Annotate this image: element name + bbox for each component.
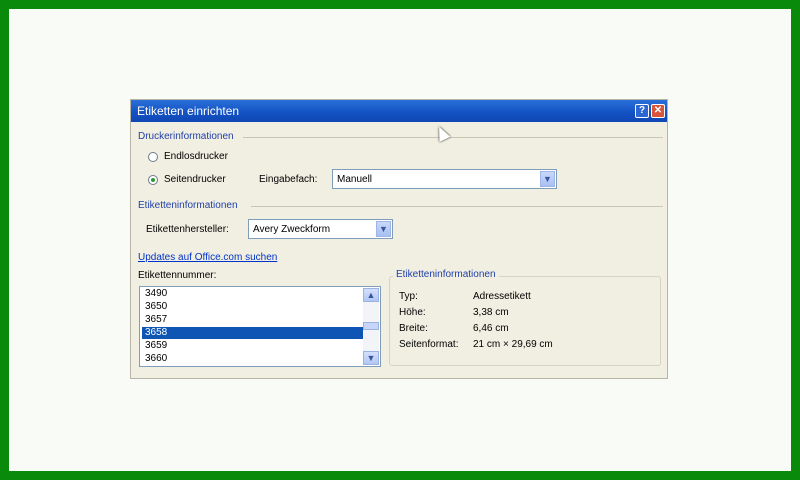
list-item[interactable]: 3659 (142, 340, 363, 352)
updates-link[interactable]: Updates auf Office.com suchen (138, 252, 277, 263)
continuous-printer-label[interactable]: Endlosdrucker (164, 151, 228, 162)
width-value: 6,46 cm (473, 323, 509, 334)
height-key: Höhe: (399, 307, 426, 318)
manufacturer-label: Etikettenhersteller: (146, 224, 229, 235)
manufacturer-select-value: Avery Zweckform (253, 224, 331, 235)
page-printer-radio[interactable] (148, 175, 158, 185)
close-button[interactable]: ✕ (651, 104, 665, 118)
list-item[interactable]: 3650 (142, 301, 363, 313)
page-printer-label[interactable]: Seitendrucker (164, 174, 226, 185)
title-bar[interactable]: Etiketten einrichten ? ✕ (131, 100, 667, 122)
section-divider (243, 137, 663, 138)
continuous-printer-radio[interactable] (148, 152, 158, 162)
type-value: Adressetikett (473, 291, 531, 302)
tray-select[interactable]: Manuell ▼ (332, 169, 557, 189)
list-item-selected[interactable]: 3658 (142, 327, 363, 339)
page-format-key: Seitenformat: (399, 339, 459, 350)
label-setup-dialog: Etiketten einrichten ? ✕ Druckerinformat… (131, 100, 667, 378)
tray-select-value: Manuell (337, 174, 373, 185)
list-item[interactable]: 3657 (142, 314, 363, 326)
details-group-title: Etiketteninformationen (393, 269, 499, 280)
section-divider (251, 206, 663, 207)
label-number-list[interactable]: 3490 3650 3657 3658 3659 3660 ▲ ▼ (139, 286, 381, 367)
list-item[interactable]: 3660 (142, 353, 363, 365)
label-number-label: Etikettennummer: (138, 270, 217, 281)
dialog-title: Etiketten einrichten (137, 104, 240, 118)
help-button[interactable]: ? (635, 104, 649, 118)
scroll-up-icon[interactable]: ▲ (363, 288, 379, 302)
height-value: 3,38 cm (473, 307, 509, 318)
label-section-title: Etiketteninformationen (138, 200, 238, 211)
chevron-down-icon[interactable]: ▼ (376, 221, 391, 237)
type-key: Typ: (399, 291, 418, 302)
scroll-thumb[interactable] (363, 322, 379, 330)
list-scrollbar[interactable]: ▲ ▼ (363, 288, 379, 365)
scroll-down-icon[interactable]: ▼ (363, 351, 379, 365)
details-group (389, 276, 661, 366)
manufacturer-select[interactable]: Avery Zweckform ▼ (248, 219, 393, 239)
width-key: Breite: (399, 323, 428, 334)
page-format-value: 21 cm × 29,69 cm (473, 339, 553, 350)
chevron-down-icon[interactable]: ▼ (540, 171, 555, 187)
tray-label: Eingabefach: (259, 174, 318, 185)
list-item[interactable]: 3490 (142, 288, 363, 300)
printer-section-title: Druckerinformationen (138, 131, 234, 142)
